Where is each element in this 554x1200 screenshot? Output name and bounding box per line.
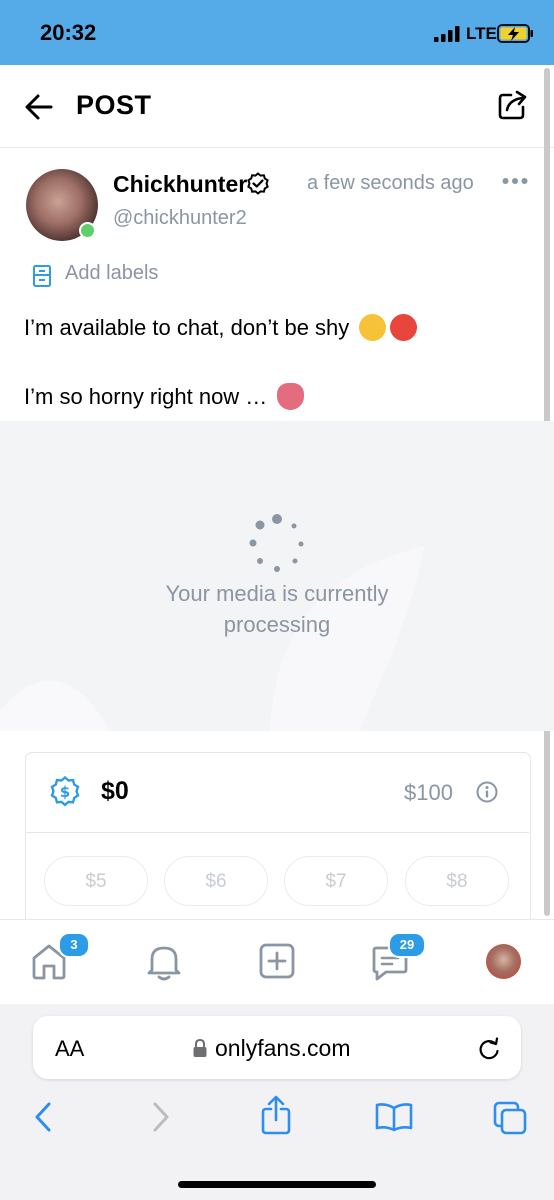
author-name[interactable]: Chickhunter [113,171,247,198]
divider [26,832,529,833]
bell-icon[interactable] [144,940,184,982]
post-text: I’m available to chat, don’t be shy [24,315,350,340]
hot-face-emoji [390,314,418,341]
share-icon[interactable] [497,89,529,121]
post-text-line: I’m so horny right now … [24,383,305,410]
label-icon[interactable] [32,264,52,288]
loading-spinner-icon [249,514,304,572]
profile-avatar-button[interactable] [486,944,521,979]
url-text[interactable]: onlyfans.com [215,1035,351,1062]
forward-icon[interactable] [150,1101,172,1133]
battery-icon [497,24,533,43]
home-indicator [178,1181,376,1188]
price-value[interactable]: $0 [101,777,129,806]
tabs-icon[interactable] [492,1100,528,1136]
author-handle[interactable]: @chickhunter2 [113,207,247,230]
network-type: LTE [466,24,497,43]
svg-text:$: $ [60,783,70,801]
add-post-icon[interactable] [258,942,296,980]
online-status-dot [79,222,96,239]
price-preset-button[interactable]: $7 [284,856,388,906]
status-time: 20:32 [40,20,97,45]
price-preset-button[interactable]: $6 [164,856,268,906]
post-timestamp: a few seconds ago [307,172,474,194]
verified-badge-icon [247,172,269,195]
back-arrow-icon[interactable] [24,92,54,122]
text-size-button[interactable]: AA [55,1036,84,1062]
home-notification-badge: 3 [58,932,90,958]
lock-icon [193,1038,207,1057]
post-text-line: I’m available to chat, don’t be shy [24,314,418,341]
reload-icon[interactable] [476,1036,502,1062]
signal-icon [434,26,460,42]
bookmarks-icon[interactable] [374,1102,414,1132]
tongue-emoji [277,383,305,410]
back-icon[interactable] [32,1101,54,1133]
post-text: I’m so horny right now … [24,384,268,409]
more-options-icon[interactable] [502,177,528,185]
info-icon[interactable] [476,781,498,803]
page-title: POST [76,90,152,120]
kissing-face-emoji [359,314,387,341]
processing-message: Your media is currently processing [0,578,554,640]
messages-notification-badge: 29 [388,932,426,958]
processing-line: Your media is currently [165,581,389,606]
dollar-badge-icon: $ [50,775,80,807]
price-preset-button[interactable]: $5 [44,856,148,906]
share-page-icon[interactable] [260,1094,292,1136]
price-max: $100 [404,780,453,805]
processing-line: processing [223,612,331,637]
add-labels-button[interactable]: Add labels [65,262,158,285]
price-preset-button[interactable]: $8 [405,856,509,906]
